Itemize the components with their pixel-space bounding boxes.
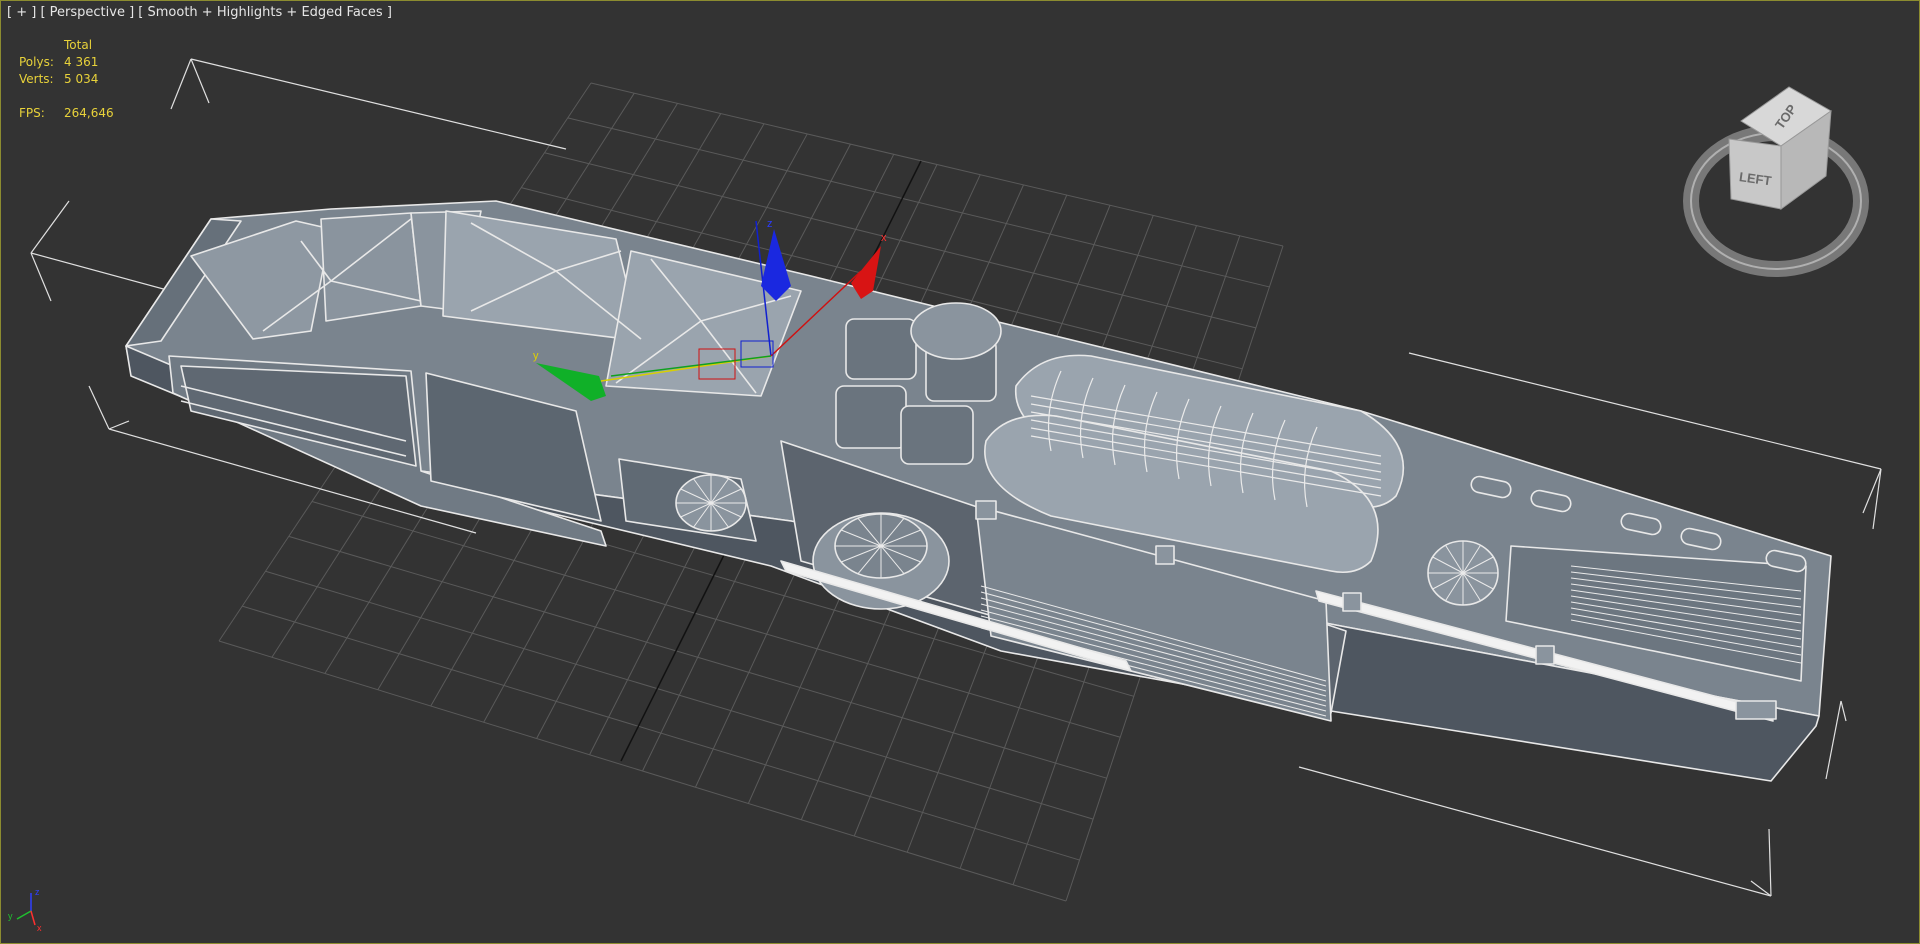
stats-polys-row: Polys: 4 361 (19, 54, 114, 71)
stats-fps-value: 264,646 (64, 106, 114, 120)
viewcube-icon[interactable]: TOP LEFT (1681, 81, 1881, 281)
stats-fps-label: FPS: (19, 106, 45, 120)
stats-verts-value: 5 034 (64, 72, 99, 86)
gizmo-y-label: y (533, 350, 539, 362)
stats-verts-row: Verts: 5 034 (19, 71, 114, 88)
gizmo-x-label: x (881, 232, 887, 244)
tripod-y-label: y (8, 911, 13, 921)
stats-polys-label: Polys: (19, 55, 54, 69)
hull-mesh (125, 200, 1832, 782)
viewport-menu-pov[interactable]: [ Perspective ] (40, 5, 134, 20)
perspective-viewport[interactable]: z x y [ + ] [ Perspective ] [ Smooth + H… (0, 0, 1920, 944)
viewport-label: [ + ] [ Perspective ] [ Smooth + Highlig… (7, 5, 392, 20)
viewport-menu-plus[interactable]: [ + ] (7, 5, 36, 20)
stats-fps-row: FPS: 264,646 (19, 105, 114, 122)
viewport-statistics: Total Polys: 4 361 Verts: 5 034 FPS: 264… (19, 37, 114, 122)
tripod-x-label: x (37, 923, 42, 933)
tripod-z-label: z (35, 887, 40, 897)
stats-polys-value: 4 361 (64, 55, 99, 69)
stats-verts-label: Verts: (19, 72, 54, 86)
viewport-menu-shading[interactable]: [ Smooth + Highlights + Edged Faces ] (138, 5, 392, 20)
gizmo-z-label: z (767, 218, 773, 230)
stats-total-header: Total (64, 38, 93, 52)
scene-canvas[interactable]: z x y (1, 1, 1919, 943)
axis-tripod-icon: z y x (8, 887, 42, 933)
